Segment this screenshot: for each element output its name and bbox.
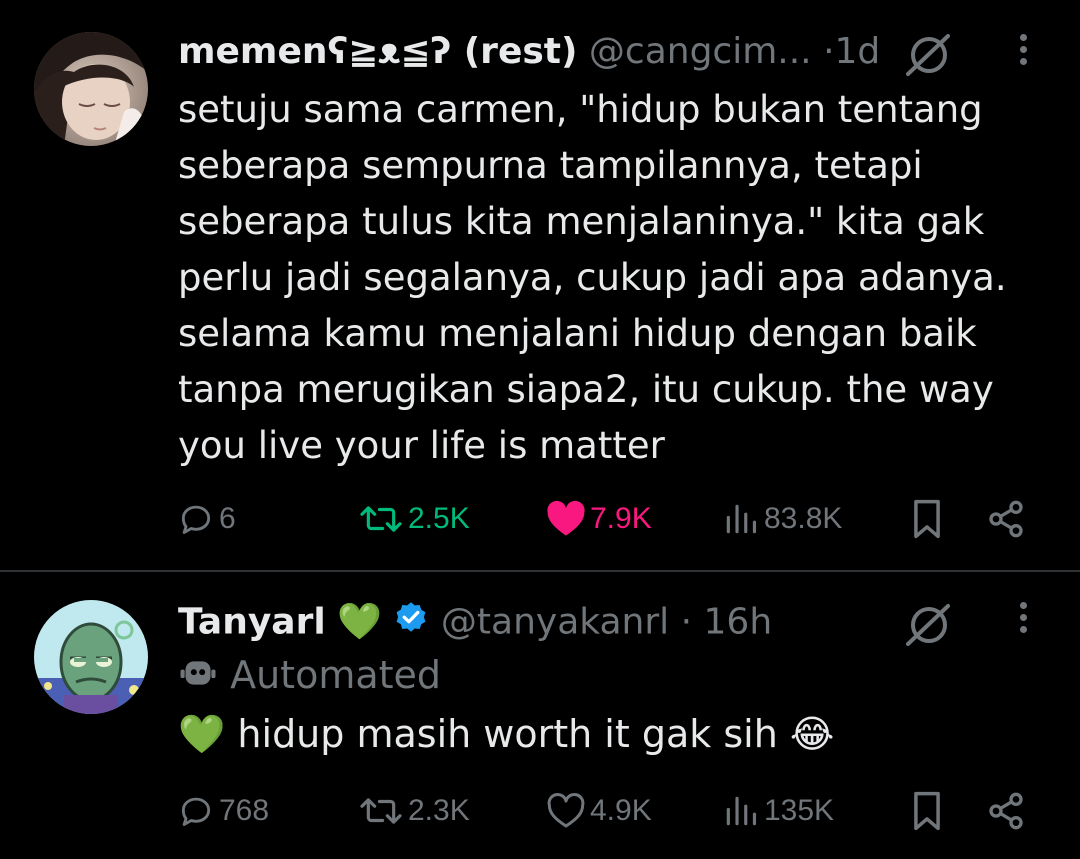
avatar[interactable] <box>34 600 148 714</box>
separator-dot: · <box>680 601 693 643</box>
like-count: 4.9K <box>590 794 652 827</box>
repost-icon <box>360 506 402 532</box>
views-count: 135K <box>764 794 835 827</box>
bot-icon <box>178 653 218 703</box>
more-options-icon[interactable] <box>1010 34 1036 74</box>
heart-icon <box>547 500 585 536</box>
grok-icon[interactable] <box>904 602 954 652</box>
reply-count: 768 <box>219 794 270 827</box>
views-icon <box>726 796 757 826</box>
repost-count: 2.3K <box>408 794 470 827</box>
like-button[interactable]: 7.9K <box>546 494 652 544</box>
timestamp[interactable]: 16h <box>704 602 773 643</box>
share-button[interactable] <box>986 786 1026 836</box>
heart-icon <box>547 793 585 828</box>
author-handle[interactable]: @tanyakanrl <box>441 602 669 643</box>
reply-count: 6 <box>219 502 236 535</box>
like-button[interactable]: 4.9K <box>546 786 652 836</box>
laughing-emoji: 😂 <box>789 712 835 756</box>
author-name[interactable]: Tanyarl <box>178 602 326 643</box>
green-heart-emoji: 💚 <box>337 601 382 643</box>
like-count: 7.9K <box>590 502 652 535</box>
automated-label: Automated <box>178 652 441 703</box>
share-button[interactable] <box>986 494 1026 544</box>
share-icon <box>989 792 1023 830</box>
reply-button[interactable]: 6 <box>177 494 236 544</box>
separator-dot: · <box>823 31 835 72</box>
tweet-header: memenʕ≧ᴥ≦ʔ (rest) @cangcim... ·1d <box>178 30 880 74</box>
views-button[interactable]: 83.8K <box>722 494 842 544</box>
more-options-icon[interactable] <box>1010 602 1036 642</box>
tweet-text: 💚 hidup masih worth it gak sih 😂 <box>178 710 834 758</box>
views-count: 83.8K <box>764 502 843 535</box>
green-heart-emoji: 💚 <box>178 712 226 756</box>
tweet-actions: 6 2.5K 7.9K 83.8K <box>0 494 1080 544</box>
automated-text: Automated <box>230 653 442 697</box>
bookmark-button[interactable] <box>908 494 946 544</box>
tweet[interactable]: Tanyarl 💚 @tanyakanrl · 16h Automated 💚 … <box>0 572 1080 859</box>
reply-icon <box>181 505 211 534</box>
bookmark-icon <box>914 499 940 539</box>
author-handle[interactable]: @cangcim... <box>589 31 812 72</box>
views-icon <box>726 504 757 534</box>
tweet-actions: 768 2.3K 4.9K 135K <box>0 786 1080 836</box>
reply-icon <box>181 797 211 826</box>
repost-button[interactable]: 2.3K <box>358 786 470 836</box>
views-button[interactable]: 135K <box>722 786 834 836</box>
verified-badge-icon[interactable] <box>393 600 429 647</box>
share-icon <box>989 500 1023 538</box>
tweet-text: setuju sama carmen, "hidup bukan tentang… <box>178 88 1007 467</box>
repost-icon <box>360 798 402 824</box>
repost-count: 2.5K <box>408 502 470 535</box>
repost-button[interactable]: 2.5K <box>358 494 470 544</box>
tweet[interactable]: memenʕ≧ᴥ≦ʔ (rest) @cangcim... ·1d setuju… <box>0 0 1080 570</box>
grok-icon[interactable] <box>904 32 954 82</box>
tweet-header: Tanyarl 💚 @tanyakanrl · 16h <box>178 600 772 647</box>
bookmark-icon <box>914 791 940 831</box>
timestamp[interactable]: 1d <box>835 31 881 72</box>
author-name[interactable]: memenʕ≧ᴥ≦ʔ (rest) <box>178 31 577 72</box>
avatar[interactable] <box>34 32 148 146</box>
reply-button[interactable]: 768 <box>177 786 269 836</box>
bookmark-button[interactable] <box>908 786 946 836</box>
tweet-text-body: hidup masih worth it gak sih <box>237 712 778 756</box>
